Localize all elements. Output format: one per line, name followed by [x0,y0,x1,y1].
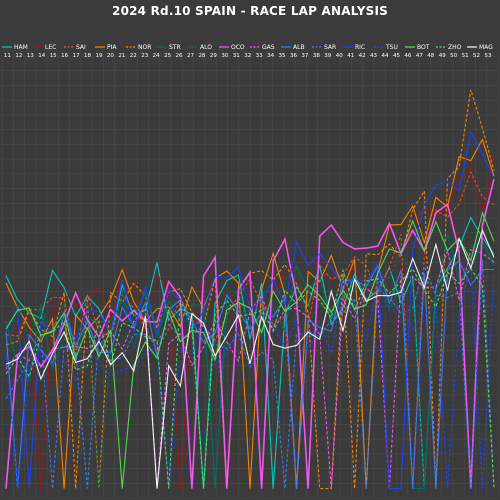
x-tick-label: 33 [256,53,263,59]
legend-label-str: STR [169,44,181,51]
x-tick-label: 20 [107,53,114,59]
x-tick-label: 25 [164,53,171,59]
legend-label-pia: PIA [107,44,117,51]
legend: HAM LEC SAI PIA NOR STR ALO OCO GAS ALB SAR RIC TSU B… [2,44,493,51]
legend-label-ham: HAM [14,44,28,51]
x-tick-label: 34 [267,53,274,59]
x-tick-label: 46 [404,53,411,59]
x-tick-label: 31 [233,53,240,59]
legend-label-lec: LEC [45,44,56,51]
x-tick-label: 48 [427,53,434,59]
x-tick-label: 27 [187,53,194,59]
x-tick-label: 21 [118,53,125,59]
x-tick-label: 47 [416,53,423,59]
x-tick-label: 45 [393,53,400,59]
x-tick-label: 41 [347,53,354,59]
legend-label-bot: BOT [417,44,430,51]
x-tick-label: 16 [61,53,68,59]
x-tick-label: 40 [336,53,343,59]
x-tick-label: 36 [290,53,297,59]
legend-label-mag: MAG [479,44,493,51]
legend-label-tsu: TSU [385,44,398,51]
x-tick-label: 43 [370,53,377,59]
x-tick-label: 23 [141,53,148,59]
x-tick-label: 51 [462,53,469,59]
x-tick-label: 18 [84,53,91,59]
legend-label-alb: ALB [293,44,305,51]
legend-label-sai: SAI [76,44,86,51]
x-tick-label: 32 [244,53,251,59]
legend-label-gas: GAS [262,44,275,51]
x-tick-label: 26 [176,53,183,59]
x-tick-label: 24 [153,53,160,59]
legend-label-nor: NOR [138,44,151,51]
x-tick-label: 38 [313,53,320,59]
legend-label-oco: OCO [231,44,245,51]
x-tick-label: 50 [450,53,457,59]
x-tick-label: 17 [73,53,80,59]
x-tick-label: 28 [198,53,205,59]
x-tick-label: 37 [301,53,308,59]
x-tick-label: 19 [95,53,102,59]
x-tick-label: 35 [279,53,286,59]
x-tick-label: 15 [50,53,57,59]
legend-label-ric: RIC [355,44,365,51]
x-tick-label: 11 [4,53,11,59]
x-tick-label: 39 [324,53,331,59]
x-tick-label: 29 [210,53,217,59]
lap-chart: HAM LEC SAI PIA NOR STR ALO OCO GAS ALB SAR RIC TSU B… [1,44,499,499]
legend-label-zho: ZHO [448,44,462,51]
legend-label-alo: ALO [200,44,212,51]
chart-canvas: 2024 Rd.10 SPAIN - RACE LAP ANALYSIS HAM… [0,0,500,500]
x-tick-label: 49 [439,53,446,59]
x-tick-label: 42 [359,53,366,59]
x-tick-label: 12 [15,53,22,59]
legend-label-sar: SAR [324,44,336,51]
x-axis-ticks: 11 12 13 14 15 16 17 18 19 20 21 22 23 24 25 26 27 28 29 30… [4,53,492,59]
x-tick-label: 30 [221,53,228,59]
x-tick-label: 53 [484,53,491,59]
x-tick-label: 52 [473,53,480,59]
x-tick-label: 22 [130,53,137,59]
x-tick-label: 14 [38,53,45,59]
x-tick-label: 44 [382,53,389,59]
x-tick-label: 13 [27,53,34,59]
